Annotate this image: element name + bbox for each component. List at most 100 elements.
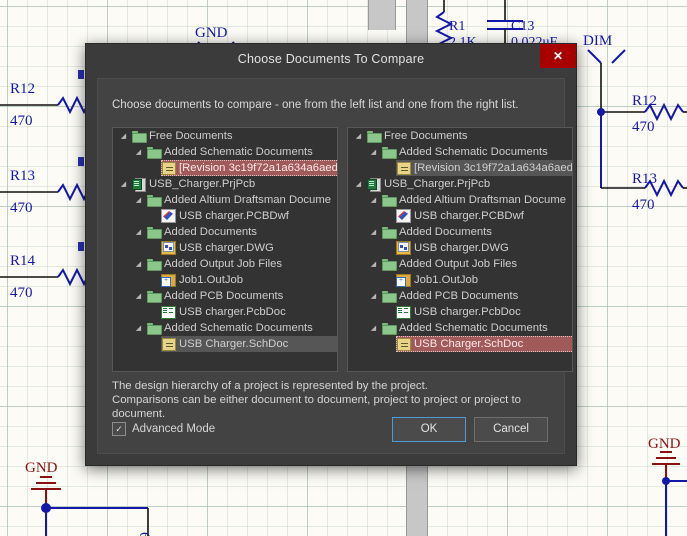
tree-node[interactable]: ◢ Added Schematic Documents xyxy=(113,144,337,160)
ref-r1: R1 xyxy=(449,19,465,34)
chevron-down-icon[interactable]: ◢ xyxy=(132,148,145,156)
tree-node[interactable]: ◢ USB_Charger.PrjPcb xyxy=(113,176,337,192)
tree-node[interactable]: ◢+Job1.OutJob xyxy=(113,272,337,288)
chevron-down-icon[interactable]: ◢ xyxy=(117,132,130,140)
right-document-list-scroll[interactable]: ◢ Free Documents ◢ Added Schematic Document… xyxy=(348,128,572,371)
chevron-down-icon[interactable]: ◢ xyxy=(367,148,380,156)
chevron-down-icon[interactable]: ◢ xyxy=(352,132,365,140)
tree-node[interactable]: ◢ USB_Charger.PrjPcb xyxy=(348,176,572,192)
tree-node-content: ◢ Added Documents xyxy=(132,226,257,239)
tree-node-label: Added Schematic Documents xyxy=(399,146,548,158)
tree-node-label: USB charger.DWG xyxy=(414,242,509,254)
chevron-down-icon[interactable]: ◢ xyxy=(367,324,380,332)
tree-node[interactable]: ◢ Free Documents xyxy=(348,128,572,144)
tree-node[interactable]: ◢USB charger.PcbDoc xyxy=(113,304,337,320)
schematic-document-icon xyxy=(160,161,177,175)
tree-node[interactable]: ◢ Added Schematic Documents xyxy=(348,144,572,160)
tree-node[interactable]: ◢ Added Schematic Documents xyxy=(113,320,337,336)
tree-node[interactable]: ◢[Revision 3c19f72a1a634a6aed xyxy=(113,160,337,176)
dialog-intro-text: Choose documents to compare - one from t… xyxy=(112,99,519,111)
tree-node[interactable]: ◢ Added Output Job Files xyxy=(113,256,337,272)
tree-node[interactable]: ◢ Added Output Job Files xyxy=(348,256,572,272)
dwg-document-icon xyxy=(395,241,412,255)
left-document-list-scroll[interactable]: ◢ Free Documents ◢ Added Schematic Document… xyxy=(113,128,337,371)
tree-node[interactable]: ◢ Added Documents xyxy=(113,224,337,240)
tree-node-content: ◢USB charger.PcbDoc xyxy=(382,305,521,319)
ok-button[interactable]: OK xyxy=(392,416,466,442)
chevron-down-icon[interactable]: ◢ xyxy=(117,180,130,188)
tree-node-label: Added Documents xyxy=(399,226,492,238)
tree-node-content: ◢USB charger.PCBDwf xyxy=(147,209,289,223)
left-document-list[interactable]: ◢ Free Documents ◢ Added Schematic Document… xyxy=(112,127,338,372)
tree-node[interactable]: ◢USB charger.PcbDoc xyxy=(348,304,572,320)
tree-node[interactable]: ◢ Free Documents xyxy=(113,128,337,144)
tree-node-label: [Revision 3c19f72a1a634a6aed xyxy=(414,162,572,174)
tree-node-content: ◢ Added Altium Draftsman Docume xyxy=(367,194,567,207)
tree-node-content: ◢ Added PCB Documents xyxy=(367,290,518,303)
chevron-down-icon[interactable]: ◢ xyxy=(352,180,365,188)
tree-node-label: Added Altium Draftsman Docume xyxy=(399,194,567,206)
schematic-document-icon xyxy=(160,337,177,351)
tree-node[interactable]: ◢ Added PCB Documents xyxy=(113,288,337,304)
misc-pin-number: 6 xyxy=(136,532,152,536)
power-port-gnd-right-label: GND xyxy=(648,436,681,452)
chevron-down-icon[interactable]: ◢ xyxy=(367,228,380,236)
folder-icon xyxy=(380,227,397,239)
chevron-down-icon[interactable]: ◢ xyxy=(132,260,145,268)
chevron-down-icon[interactable]: ◢ xyxy=(132,196,145,204)
tree-node[interactable]: ◢[Revision 3c19f72a1a634a6aed xyxy=(348,160,572,176)
cancel-button[interactable]: Cancel xyxy=(474,416,548,442)
tree-node-label: Added Schematic Documents xyxy=(164,322,313,334)
outjob-document-icon: + xyxy=(160,273,177,287)
tree-node[interactable]: ◢ Added Altium Draftsman Docume xyxy=(113,192,337,208)
tree-node[interactable]: ◢USB charger.PCBDwf xyxy=(113,208,337,224)
pcb-document-icon xyxy=(160,305,177,319)
tree-node-label: Free Documents xyxy=(149,130,233,142)
val-r12-left: 470 xyxy=(10,113,33,129)
chevron-down-icon[interactable]: ◢ xyxy=(367,260,380,268)
folder-icon xyxy=(145,259,162,271)
val-r14-left: 470 xyxy=(10,285,33,301)
tree-node-label: Added Documents xyxy=(164,226,257,238)
tree-node[interactable]: ◢USB charger.DWG xyxy=(348,240,572,256)
close-icon[interactable]: ✕ xyxy=(540,44,576,68)
tree-node-content: ◢USB Charger.SchDoc xyxy=(382,337,524,351)
dwg-document-icon xyxy=(160,241,177,255)
screen: R12 470 R13 470 R14 470 GND R1 C13 DIM R… xyxy=(0,0,687,536)
val-r12-right: 470 xyxy=(632,119,655,135)
net-label-gnd-top: GND xyxy=(195,25,228,41)
chevron-down-icon[interactable]: ◢ xyxy=(132,228,145,236)
tree-node[interactable]: ◢ Added PCB Documents xyxy=(348,288,572,304)
tree-node[interactable]: ◢USB Charger.SchDoc xyxy=(348,336,572,352)
tree-node[interactable]: ◢+Job1.OutJob xyxy=(348,272,572,288)
chevron-down-icon[interactable]: ◢ xyxy=(367,292,380,300)
net-label-dim: DIM xyxy=(583,33,612,49)
tree-node[interactable]: ◢USB charger.PCBDwf xyxy=(348,208,572,224)
folder-icon xyxy=(380,195,397,207)
tree-node-label: Added Altium Draftsman Docume xyxy=(164,194,332,206)
draftsman-document-icon xyxy=(160,209,177,223)
tree-node-label: Added Output Job Files xyxy=(399,258,518,270)
chevron-down-icon[interactable]: ◢ xyxy=(367,196,380,204)
tree-node-label: USB charger.DWG xyxy=(179,242,274,254)
folder-icon xyxy=(365,131,382,143)
choose-documents-dialog[interactable]: Choose Documents To Compare ✕ Choose doc… xyxy=(85,43,577,466)
right-document-list[interactable]: ◢ Free Documents ◢ Added Schematic Document… xyxy=(347,127,573,372)
project-icon xyxy=(130,178,147,192)
tree-node[interactable]: ◢ Added Schematic Documents xyxy=(348,320,572,336)
page-boundary-bar-left xyxy=(368,0,396,30)
chevron-down-icon[interactable]: ◢ xyxy=(132,324,145,332)
tree-node[interactable]: ◢USB Charger.SchDoc xyxy=(113,336,337,352)
tree-node[interactable]: ◢USB charger.DWG xyxy=(113,240,337,256)
tree-node-content: ◢USB Charger.SchDoc xyxy=(147,337,288,351)
tree-node-label: USB charger.PcbDoc xyxy=(414,306,521,318)
schematic-document-icon xyxy=(395,337,412,351)
tree-node[interactable]: ◢ Added Altium Draftsman Docume xyxy=(348,192,572,208)
advanced-mode-checkbox[interactable]: ✓ Advanced Mode xyxy=(112,422,215,436)
tree-node[interactable]: ◢ Added Documents xyxy=(348,224,572,240)
tree-node-label: USB Charger.SchDoc xyxy=(414,338,524,350)
checkmark-icon[interactable]: ✓ xyxy=(112,422,126,436)
dialog-titlebar[interactable]: Choose Documents To Compare ✕ xyxy=(86,44,576,74)
dialog-body: Choose documents to compare - one from t… xyxy=(97,78,573,454)
chevron-down-icon[interactable]: ◢ xyxy=(132,292,145,300)
